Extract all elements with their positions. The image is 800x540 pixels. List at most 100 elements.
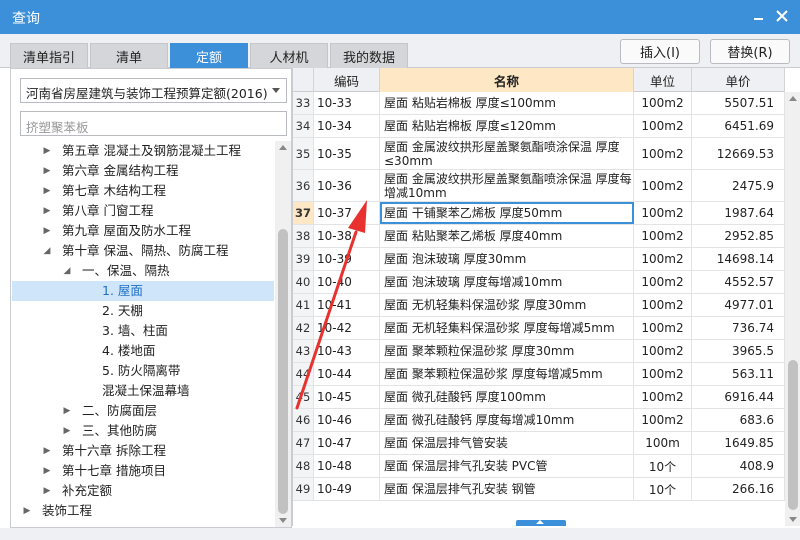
row-unit: 10个 <box>634 478 692 500</box>
header-price[interactable]: 单价 <box>692 68 785 92</box>
collapse-arrow-icon[interactable]: ◢ <box>42 241 52 261</box>
header-unit[interactable]: 单位 <box>634 68 692 92</box>
table-row[interactable]: 41 10-41 屋面 无机轻集料保温砂浆 厚度30mm 100m2 4977.01 <box>293 294 785 317</box>
expand-arrow-icon[interactable]: ▶ <box>42 481 52 501</box>
tab-bill[interactable]: 清单 <box>90 43 168 68</box>
close-button[interactable] <box>772 6 792 26</box>
table-row[interactable]: 42 10-42 屋面 无机轻集料保温砂浆 厚度每增减5mm 100m2 736.74 <box>293 317 785 340</box>
minimize-button[interactable] <box>748 6 768 26</box>
table-row[interactable]: 35 10-35 屋面 金属波纹拱形屋盖聚氨酯喷涂保温 厚度≤30mm 100m2 12… <box>293 138 785 170</box>
row-code: 10-42 <box>314 317 380 339</box>
row-index: 35 <box>293 138 314 169</box>
row-code: 10-40 <box>314 271 380 293</box>
row-name: 屋面 无机轻集料保温砂浆 厚度30mm <box>380 294 634 316</box>
table-row[interactable]: 37 10-37 屋面 干铺聚苯乙烯板 厚度50mm 100m2 1987.64 <box>293 202 785 225</box>
tab-quota[interactable]: 定额 <box>170 43 248 68</box>
scroll-up-icon[interactable] <box>279 145 287 150</box>
row-code: 10-47 <box>314 432 380 454</box>
row-unit: 100m2 <box>634 202 692 224</box>
row-index: 36 <box>293 170 314 201</box>
expand-arrow-icon[interactable]: ▶ <box>22 501 32 521</box>
table-row[interactable]: 38 10-38 屋面 粘贴聚苯乙烯板 厚度40mm 100m2 2952.85 <box>293 225 785 248</box>
row-unit: 100m2 <box>634 409 692 431</box>
table-row[interactable]: 40 10-40 屋面 泡沫玻璃 厚度每增减10mm 100m2 4552.57 <box>293 271 785 294</box>
row-name: 屋面 金属波纹拱形屋盖聚氨酯喷涂保温 厚度每增减10mm <box>380 170 634 201</box>
tab-labor-material-machine[interactable]: 人材机 <box>250 43 328 68</box>
tab-bill-guide[interactable]: 清单指引 <box>10 43 88 68</box>
tree-item-insulation[interactable]: ◢ 一、保温、隔热 <box>12 261 274 281</box>
tree-item-decoration[interactable]: ▶ 装饰工程 <box>12 501 274 521</box>
table-scrollbar-thumb[interactable] <box>788 360 798 510</box>
tree-item-chapter-9[interactable]: ▶ 第九章 屋面及防水工程 <box>12 221 274 241</box>
tree-item-chapter-6[interactable]: ▶ 第六章 金属结构工程 <box>12 161 274 181</box>
panel-splitter-handle[interactable] <box>516 520 566 526</box>
table-row[interactable]: 36 10-36 屋面 金属波纹拱形屋盖聚氨酯喷涂保温 厚度每增减10mm 100m2… <box>293 170 785 202</box>
scroll-down-icon[interactable] <box>279 518 287 523</box>
row-index: 49 <box>293 478 314 500</box>
table-row[interactable]: 45 10-45 屋面 微孔硅酸钙 厚度100mm 100m2 6916.44 <box>293 386 785 409</box>
table-row[interactable]: 33 10-33 屋面 粘贴岩棉板 厚度≤100mm 100m2 5507.51 <box>293 92 785 115</box>
row-code: 10-39 <box>314 248 380 270</box>
row-price: 14698.14 <box>692 248 785 270</box>
tree-item-roof[interactable]: 1. 屋面 <box>12 281 274 301</box>
insert-button[interactable]: 插入(I) <box>620 39 700 64</box>
quota-library-select[interactable]: 河南省房屋建筑与装饰工程预算定额(2016) <box>20 78 287 103</box>
table-row[interactable]: 47 10-47 屋面 保温层排气管安装 100m 1649.85 <box>293 432 785 455</box>
chevron-down-icon <box>272 88 280 93</box>
expand-arrow-icon[interactable]: ▶ <box>62 421 72 441</box>
row-name: 屋面 粘贴岩棉板 厚度≤120mm <box>380 115 634 137</box>
collapse-arrow-icon[interactable]: ◢ <box>62 261 72 281</box>
expand-arrow-icon[interactable]: ▶ <box>62 401 72 421</box>
tree-item-firebreak[interactable]: 5. 防火隔离带 <box>12 361 274 381</box>
tree-item-label: 二、防腐面层 <box>82 403 158 418</box>
table-row[interactable]: 34 10-34 屋面 粘贴岩棉板 厚度≤120mm 100m2 6451.69 <box>293 115 785 138</box>
table-row[interactable]: 46 10-46 屋面 微孔硅酸钙 厚度每增减10mm 100m2 683.6 <box>293 409 785 432</box>
tree-item-floor[interactable]: 4. 楼地面 <box>12 341 274 361</box>
scroll-up-icon[interactable] <box>789 96 797 101</box>
tree-item-chapter-8[interactable]: ▶ 第八章 门窗工程 <box>12 201 274 221</box>
expand-arrow-icon[interactable]: ▶ <box>42 441 52 461</box>
table-row[interactable]: 39 10-39 屋面 泡沫玻璃 厚度30mm 100m2 14698.14 <box>293 248 785 271</box>
header-name[interactable]: 名称 <box>380 68 634 92</box>
tree-item-other-anticorrosion[interactable]: ▶ 三、其他防腐 <box>12 421 274 441</box>
title-bar: 查询 <box>0 0 800 34</box>
tree-item-chapter-17[interactable]: ▶ 第十七章 措施项目 <box>12 461 274 481</box>
expand-arrow-icon[interactable]: ▶ <box>42 161 52 181</box>
search-input[interactable]: 挤塑聚苯板 <box>20 111 287 136</box>
row-index: 41 <box>293 294 314 316</box>
table-row[interactable]: 48 10-48 屋面 保温层排气孔安装 PVC管 10个 408.9 <box>293 455 785 478</box>
expand-arrow-icon[interactable]: ▶ <box>42 141 52 161</box>
tree-scrollbar-thumb[interactable] <box>278 229 288 514</box>
tree-item-supplementary[interactable]: ▶ 补充定额 <box>12 481 274 501</box>
expand-arrow-icon[interactable]: ▶ <box>42 181 52 201</box>
scroll-down-icon[interactable] <box>789 517 797 522</box>
tree-item-label: 第七章 木结构工程 <box>62 183 166 198</box>
row-unit: 100m2 <box>634 225 692 247</box>
expand-arrow-icon[interactable]: ▶ <box>42 221 52 241</box>
expand-arrow-icon[interactable]: ▶ <box>42 461 52 481</box>
expand-arrow-icon[interactable]: ▶ <box>42 201 52 221</box>
row-code: 10-38 <box>314 225 380 247</box>
header-code[interactable]: 编码 <box>314 68 380 92</box>
tree-scrollbar[interactable] <box>275 141 291 527</box>
tree-item-wall-column[interactable]: 3. 墙、柱面 <box>12 321 274 341</box>
row-index: 37 <box>293 202 314 224</box>
row-code: 10-36 <box>314 170 380 201</box>
tab-my-data[interactable]: 我的数据 <box>330 43 408 68</box>
tree-item-label: 3. 墙、柱面 <box>102 323 168 338</box>
tree-item-anticorrosion-surface[interactable]: ▶ 二、防腐面层 <box>12 401 274 421</box>
tree-item-chapter-10[interactable]: ◢ 第十章 保温、隔热、防腐工程 <box>12 241 274 261</box>
table-row[interactable]: 43 10-43 屋面 聚苯颗粒保温砂浆 厚度30mm 100m2 3965.5 <box>293 340 785 363</box>
tree-item-concrete-curtain-wall[interactable]: 混凝土保温幕墙 <box>12 381 274 401</box>
tree-item-ceiling[interactable]: 2. 天棚 <box>12 301 274 321</box>
row-unit: 100m2 <box>634 92 692 114</box>
row-price: 5507.51 <box>692 92 785 114</box>
tree-item-chapter-5[interactable]: ▶ 第五章 混凝土及钢筋混凝土工程 <box>12 141 274 161</box>
row-unit: 100m2 <box>634 271 692 293</box>
table-scrollbar[interactable] <box>785 92 800 526</box>
replace-button[interactable]: 替换(R) <box>710 39 790 64</box>
table-row[interactable]: 44 10-44 屋面 聚苯颗粒保温砂浆 厚度每增减5mm 100m2 563.11 <box>293 363 785 386</box>
tree-item-chapter-7[interactable]: ▶ 第七章 木结构工程 <box>12 181 274 201</box>
table-row[interactable]: 49 10-49 屋面 保温层排气孔安装 钢管 10个 266.16 <box>293 478 785 501</box>
tree-item-chapter-16[interactable]: ▶ 第十六章 拆除工程 <box>12 441 274 461</box>
